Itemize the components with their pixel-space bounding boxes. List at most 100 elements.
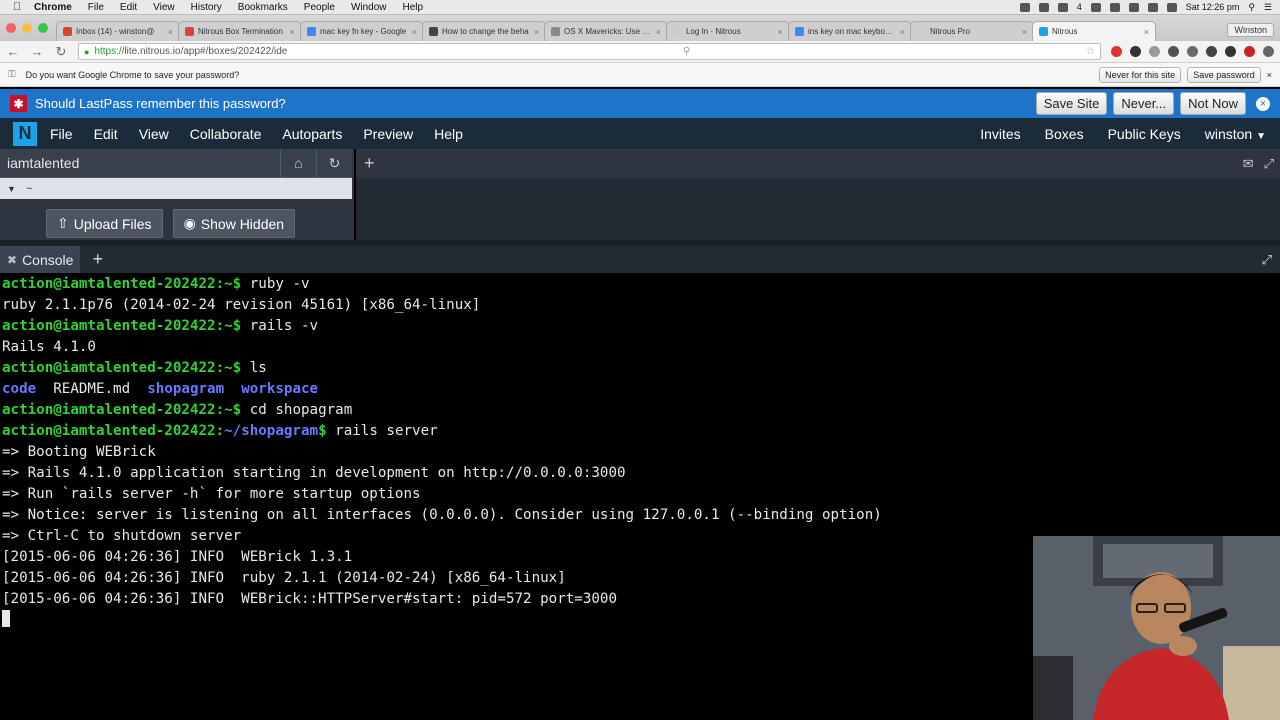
new-console-plus-icon[interactable]: + xyxy=(92,249,103,270)
spotlight-icon[interactable]: ⚲ xyxy=(1248,2,1255,13)
address-bar[interactable]: ● https://lite.nitrous.io/app#/boxes/202… xyxy=(78,43,1101,60)
browser-tab[interactable]: How to change the beha × xyxy=(422,21,546,41)
browser-tab-active[interactable]: Nitrous × xyxy=(1032,21,1156,41)
prompt-path: ~ xyxy=(224,402,233,418)
menu-window[interactable]: Window xyxy=(351,2,387,13)
clock[interactable]: Sat 12:26 pm xyxy=(1186,2,1240,12)
browser-tab[interactable]: Nitrous Box Termination × xyxy=(178,21,302,41)
chrome-menu-icon[interactable] xyxy=(1263,46,1274,57)
close-tab-icon[interactable]: × xyxy=(656,27,661,37)
close-tab-icon[interactable]: × xyxy=(1144,27,1149,37)
recording-icon[interactable] xyxy=(1090,2,1101,12)
extension-icon[interactable] xyxy=(1111,46,1122,57)
refresh-icon[interactable]: ↻ xyxy=(316,148,352,178)
close-lastpass-icon[interactable]: × xyxy=(1256,96,1270,111)
menu-edit[interactable]: Edit xyxy=(120,2,137,13)
browser-tab[interactable]: Log In · Nitrous × xyxy=(666,21,790,41)
menu-bookmarks[interactable]: Bookmarks xyxy=(238,2,288,13)
console-tab-bar: ✖ Console + ⤢ xyxy=(0,240,1280,273)
user-menu[interactable]: winston ▼ xyxy=(1205,126,1266,142)
never-button[interactable]: Never... xyxy=(1113,92,1175,115)
not-now-button[interactable]: Not Now xyxy=(1180,92,1246,115)
never-for-this-site-button[interactable]: Never for this site xyxy=(1099,66,1182,83)
close-console-icon[interactable]: ✖ xyxy=(7,253,17,267)
browser-tab[interactable]: OS X Mavericks: Use keyb × xyxy=(544,21,668,41)
nav-help[interactable]: Help xyxy=(434,126,463,142)
nav-public-keys[interactable]: Public Keys xyxy=(1108,126,1181,142)
prompt-symbol: $ xyxy=(232,402,250,418)
browser-tab[interactable]: Inbox (14) - winston@ × xyxy=(56,21,180,41)
webcam-video-overlay xyxy=(1033,536,1280,720)
chat-icon[interactable]: ✉ xyxy=(1243,156,1254,172)
maximize-console-icon[interactable]: ⤢ xyxy=(1262,252,1272,268)
extension-icon[interactable] xyxy=(1130,46,1141,57)
close-tab-icon[interactable]: × xyxy=(412,27,417,37)
extension-status-icon[interactable] xyxy=(1057,2,1068,12)
expand-caret-icon[interactable]: ▼ xyxy=(7,184,16,194)
nav-boxes[interactable]: Boxes xyxy=(1045,126,1084,142)
url-text: lite.nitrous.io/app#/boxes/202422/ide xyxy=(124,46,288,57)
tree-root-row[interactable]: ▼ ~ xyxy=(0,178,352,199)
show-hidden-button[interactable]: ◉ Show Hidden xyxy=(172,209,296,238)
close-tab-icon[interactable]: × xyxy=(290,27,295,37)
close-tab-icon[interactable]: × xyxy=(1022,27,1027,37)
extension-icon[interactable] xyxy=(1187,46,1198,57)
close-tab-icon[interactable]: × xyxy=(900,27,905,37)
extension-icon[interactable] xyxy=(1168,46,1179,57)
close-tab-icon[interactable]: × xyxy=(168,27,173,37)
menu-view[interactable]: View xyxy=(153,2,175,13)
browser-tab[interactable]: Nitrous Pro × xyxy=(910,21,1034,41)
nav-collaborate[interactable]: Collaborate xyxy=(190,126,262,142)
upload-files-button[interactable]: ⇧ Upload Files xyxy=(46,209,163,238)
extension-icon[interactable] xyxy=(1149,46,1160,57)
maximize-editor-icon[interactable]: ⤢ xyxy=(1264,156,1274,172)
apple-menu-icon[interactable]:  xyxy=(0,1,34,13)
forward-icon[interactable]: → xyxy=(30,44,44,59)
zoom-window-icon[interactable] xyxy=(38,23,48,33)
editor-tab-bar: + ✉ ⤢ xyxy=(356,149,1280,178)
nav-edit[interactable]: Edit xyxy=(94,126,118,142)
key-icon[interactable]: ⚲ xyxy=(683,46,690,57)
minimize-window-icon[interactable] xyxy=(22,23,32,33)
close-infobar-icon[interactable]: × xyxy=(1267,70,1272,80)
bluetooth-icon[interactable] xyxy=(1128,2,1139,12)
back-icon[interactable]: ← xyxy=(6,44,20,59)
browser-tab[interactable]: mac key fn key - Google × xyxy=(300,21,424,41)
menu-people[interactable]: People xyxy=(304,2,335,13)
new-tab-plus-icon[interactable]: + xyxy=(364,153,384,174)
home-icon[interactable]: ⌂ xyxy=(280,148,316,178)
terminal-output-text: [2015-06-06 04:26:36] INFO ruby 2.1.1 (2… xyxy=(2,570,566,586)
wifi-icon[interactable] xyxy=(1147,2,1158,12)
notification-center-icon[interactable]: ☰ xyxy=(1264,2,1272,13)
prompt-path: ~ xyxy=(224,318,233,334)
close-tab-icon[interactable]: × xyxy=(778,27,783,37)
menu-app-name[interactable]: Chrome xyxy=(34,2,72,13)
volume-icon[interactable] xyxy=(1109,2,1120,12)
menu-help[interactable]: Help xyxy=(403,2,424,13)
close-window-icon[interactable] xyxy=(6,23,16,33)
profile-button[interactable]: Winston xyxy=(1227,23,1274,37)
reload-icon[interactable]: ↻ xyxy=(54,44,68,60)
tab-console[interactable]: ✖ Console xyxy=(0,246,81,273)
extension-icon[interactable] xyxy=(1206,46,1217,57)
lastpass-extension-icon[interactable] xyxy=(1244,46,1255,57)
nav-autoparts[interactable]: Autoparts xyxy=(282,126,342,142)
bookmark-star-icon[interactable]: ☆ xyxy=(1086,46,1095,57)
nav-file[interactable]: File xyxy=(50,126,73,142)
nav-preview[interactable]: Preview xyxy=(363,126,413,142)
save-password-button[interactable]: Save password xyxy=(1187,66,1261,83)
dropbox-icon[interactable] xyxy=(1019,2,1030,12)
nav-view[interactable]: View xyxy=(139,126,169,142)
battery-icon[interactable] xyxy=(1166,2,1177,12)
menu-history[interactable]: History xyxy=(191,2,222,13)
browser-tab[interactable]: ins key on mac keyboard × xyxy=(788,21,912,41)
extension-icon[interactable] xyxy=(1225,46,1236,57)
close-tab-icon[interactable]: × xyxy=(534,27,539,37)
box-name: iamtalented xyxy=(7,155,80,171)
terminal-output-text: [2015-06-06 04:26:36] INFO WEBrick::HTTP… xyxy=(2,591,617,607)
evernote-icon[interactable] xyxy=(1038,2,1049,12)
save-site-button[interactable]: Save Site xyxy=(1035,92,1108,115)
nitrous-logo[interactable]: N xyxy=(13,121,37,146)
menu-file[interactable]: File xyxy=(88,2,104,13)
nav-invites[interactable]: Invites xyxy=(980,126,1020,142)
